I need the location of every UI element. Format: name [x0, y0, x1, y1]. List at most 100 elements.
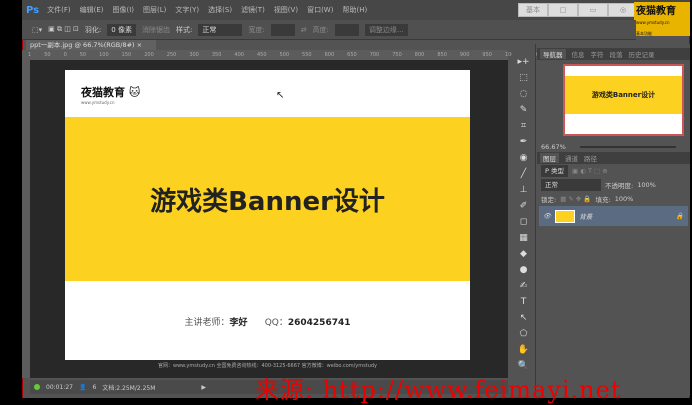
refine-edge-button[interactable]: 调整边缘... [364, 23, 408, 36]
tab-character[interactable]: 字符 [591, 49, 604, 59]
menu-window[interactable]: 窗口(W) [307, 5, 333, 15]
feather-input[interactable]: 0 像素 [107, 23, 136, 36]
user-count: 6 [92, 383, 97, 391]
ruler-tick: 600 [324, 52, 335, 58]
ruler-tick: 200 [144, 52, 154, 58]
tab-paragraph[interactable]: 段落 [610, 49, 623, 59]
ruler-tick: 650 [347, 52, 357, 58]
tool-icon-10[interactable]: ◻ [516, 216, 532, 228]
style-select[interactable]: 正常 [198, 23, 243, 36]
opacity-input[interactable]: 100% [637, 181, 656, 189]
horizontal-ruler: 1 50 0 50 100 150 200 250 300 350 400 450 500 550 600 6… [22, 50, 543, 60]
menu-edit[interactable]: 编辑(E) [80, 5, 104, 15]
tab-layers[interactable]: 图层 [540, 153, 559, 163]
tool-icon-3[interactable]: ✎ [516, 104, 532, 116]
tab-paths[interactable]: 路径 [584, 153, 597, 163]
teacher-info: 主讲老师：李好 QQ：2604256741 [184, 318, 351, 328]
tool-icon-5[interactable]: ✒ [516, 136, 532, 148]
arrange-button[interactable]: ▭ [578, 3, 608, 17]
menu-type[interactable]: 文字(Y) [175, 5, 199, 15]
antialias-checkbox[interactable]: 消除锯齿 [142, 25, 170, 35]
screen-mode-button[interactable]: □ [548, 3, 578, 17]
tool-icon-8[interactable]: ⊥ [516, 184, 532, 196]
ruler-tick: 450 [256, 52, 267, 58]
lock-icons[interactable]: ▦ ✎ ✥ 🔒 [560, 195, 591, 203]
lock-label: 锁定: [541, 196, 557, 204]
tab-info[interactable]: 信息 [572, 49, 585, 59]
tool-icon-9[interactable]: ✐ [516, 200, 532, 212]
user-icon: 👤 [78, 383, 87, 391]
tool-icon-11[interactable]: ▦ [516, 232, 532, 244]
style-label: 样式: [175, 25, 193, 34]
ruler-tick: 250 [166, 52, 177, 58]
tool-icon-7[interactable]: ╱ [516, 168, 532, 180]
menu-filter[interactable]: 滤镜(T) [241, 5, 265, 15]
watermark: 来源: http://www.feimayi.net [255, 376, 622, 404]
close-icon[interactable]: × [137, 41, 142, 49]
ruler-tick: 100 [99, 52, 109, 58]
menu-file[interactable]: 文件(F) [47, 5, 71, 15]
filter-icons[interactable]: ▣ ◐ T ⬚ ⊕ [572, 167, 608, 175]
navigator-preview[interactable]: 游戏类Banner设计 [563, 64, 684, 136]
tool-icon-14[interactable]: ✍ [516, 280, 532, 292]
workspace-buttons: 基本 □ ▭ ◎ [518, 3, 638, 17]
tab-navigator[interactable]: 导航器 [540, 49, 566, 59]
tool-icon-12[interactable]: ◆ [516, 248, 532, 260]
tool-icon-16[interactable]: ↖ [516, 312, 532, 324]
ruler-tick: 900 [459, 52, 470, 58]
document-tab[interactable]: ppt一副本.jpg @ 66.7%(RGB/8#) × [26, 40, 156, 50]
ruler-tick: 800 [414, 52, 425, 58]
eye-icon[interactable]: 👁 [543, 212, 551, 220]
height-input[interactable] [334, 23, 359, 36]
banner-band: 游戏类Banner设计 [65, 117, 470, 281]
panels: 导航器 信息 字符 段落 历史记录 游戏类Banner设计 66.67% 图层 … [537, 44, 690, 396]
tool-icon-6[interactable]: ◉ [516, 152, 532, 164]
banner-title: 游戏类Banner设计 [150, 186, 385, 217]
brand-url: www.ymstudy.cn [636, 20, 670, 25]
blend-mode-select[interactable]: 正常 [541, 179, 601, 191]
menu-image[interactable]: 图像(I) [113, 5, 135, 15]
tab-channels[interactable]: 通道 [565, 153, 578, 163]
tool-icon-15[interactable]: T [516, 296, 532, 308]
tool-icon-2[interactable]: ◌ [516, 88, 532, 100]
ruler-tick: 1 [28, 52, 32, 58]
ruler-tick: 750 [392, 52, 402, 58]
tool-icon-1[interactable]: ⬚ [516, 72, 532, 84]
layer-filter-row: P 类型 ▣ ◐ T ⬚ ⊕ [537, 164, 690, 178]
marquee-tool-preset-icon[interactable]: ⬚▾ [32, 26, 42, 34]
ruler-tick: 150 [121, 52, 132, 58]
menu-select[interactable]: 选择(S) [208, 5, 232, 15]
menu-view[interactable]: 视图(V) [274, 5, 298, 15]
width-input[interactable] [270, 23, 295, 36]
swap-icon[interactable]: ⇄ [301, 26, 307, 34]
tab-history[interactable]: 历史记录 [629, 49, 655, 59]
ruler-tick: 300 [189, 52, 199, 58]
tool-icon-0[interactable]: ▸+ [516, 56, 532, 68]
workspace-basic-button[interactable]: 基本 [518, 3, 548, 17]
selection-mode-icons[interactable]: ▣ ⧉ ◫ ⊡ [48, 25, 79, 34]
ruler-tick: 350 [211, 52, 222, 58]
layer-thumbnail [555, 209, 576, 223]
ruler-tick: 50 [44, 52, 51, 58]
ruler-tick: 550 [302, 52, 312, 58]
layers-tabs: 图层 通道 路径 [537, 152, 690, 164]
tool-icon-18[interactable]: ✋ [516, 344, 532, 356]
tool-icon-17[interactable]: ⬠ [516, 328, 532, 340]
tool-icon-4[interactable]: ⌗ [516, 120, 532, 132]
cursor-icon: ↖ [276, 90, 285, 101]
status-menu-arrow[interactable]: ▶ [201, 384, 206, 391]
brand-logo: 夜猫教育 www.ymstudy.cn 基本功能 [634, 2, 690, 36]
document-logo: 夜猫教育 🐱 www.ymstudy.cn [81, 86, 141, 105]
zoom-slider[interactable] [579, 146, 676, 148]
fill-label: 填充: [595, 196, 611, 204]
zoom-value[interactable]: 66.67% [541, 143, 566, 151]
layer-item[interactable]: 👁 背景 🔒 [539, 206, 688, 226]
menu-help[interactable]: 帮助(H) [342, 5, 367, 15]
document-image[interactable]: 夜猫教育 🐱 www.ymstudy.cn 游戏类Banner设计 主讲老师：李好… [65, 70, 470, 360]
tool-icon-13[interactable]: ● [516, 264, 532, 276]
layer-filter-select[interactable]: P 类型 [541, 165, 568, 177]
menu-layer[interactable]: 图层(L) [143, 5, 166, 15]
lock-row: 锁定: ▦ ✎ ✥ 🔒 填充: 100% [537, 192, 690, 206]
vertical-ruler [22, 60, 30, 378]
fill-input[interactable]: 100% [615, 195, 634, 203]
